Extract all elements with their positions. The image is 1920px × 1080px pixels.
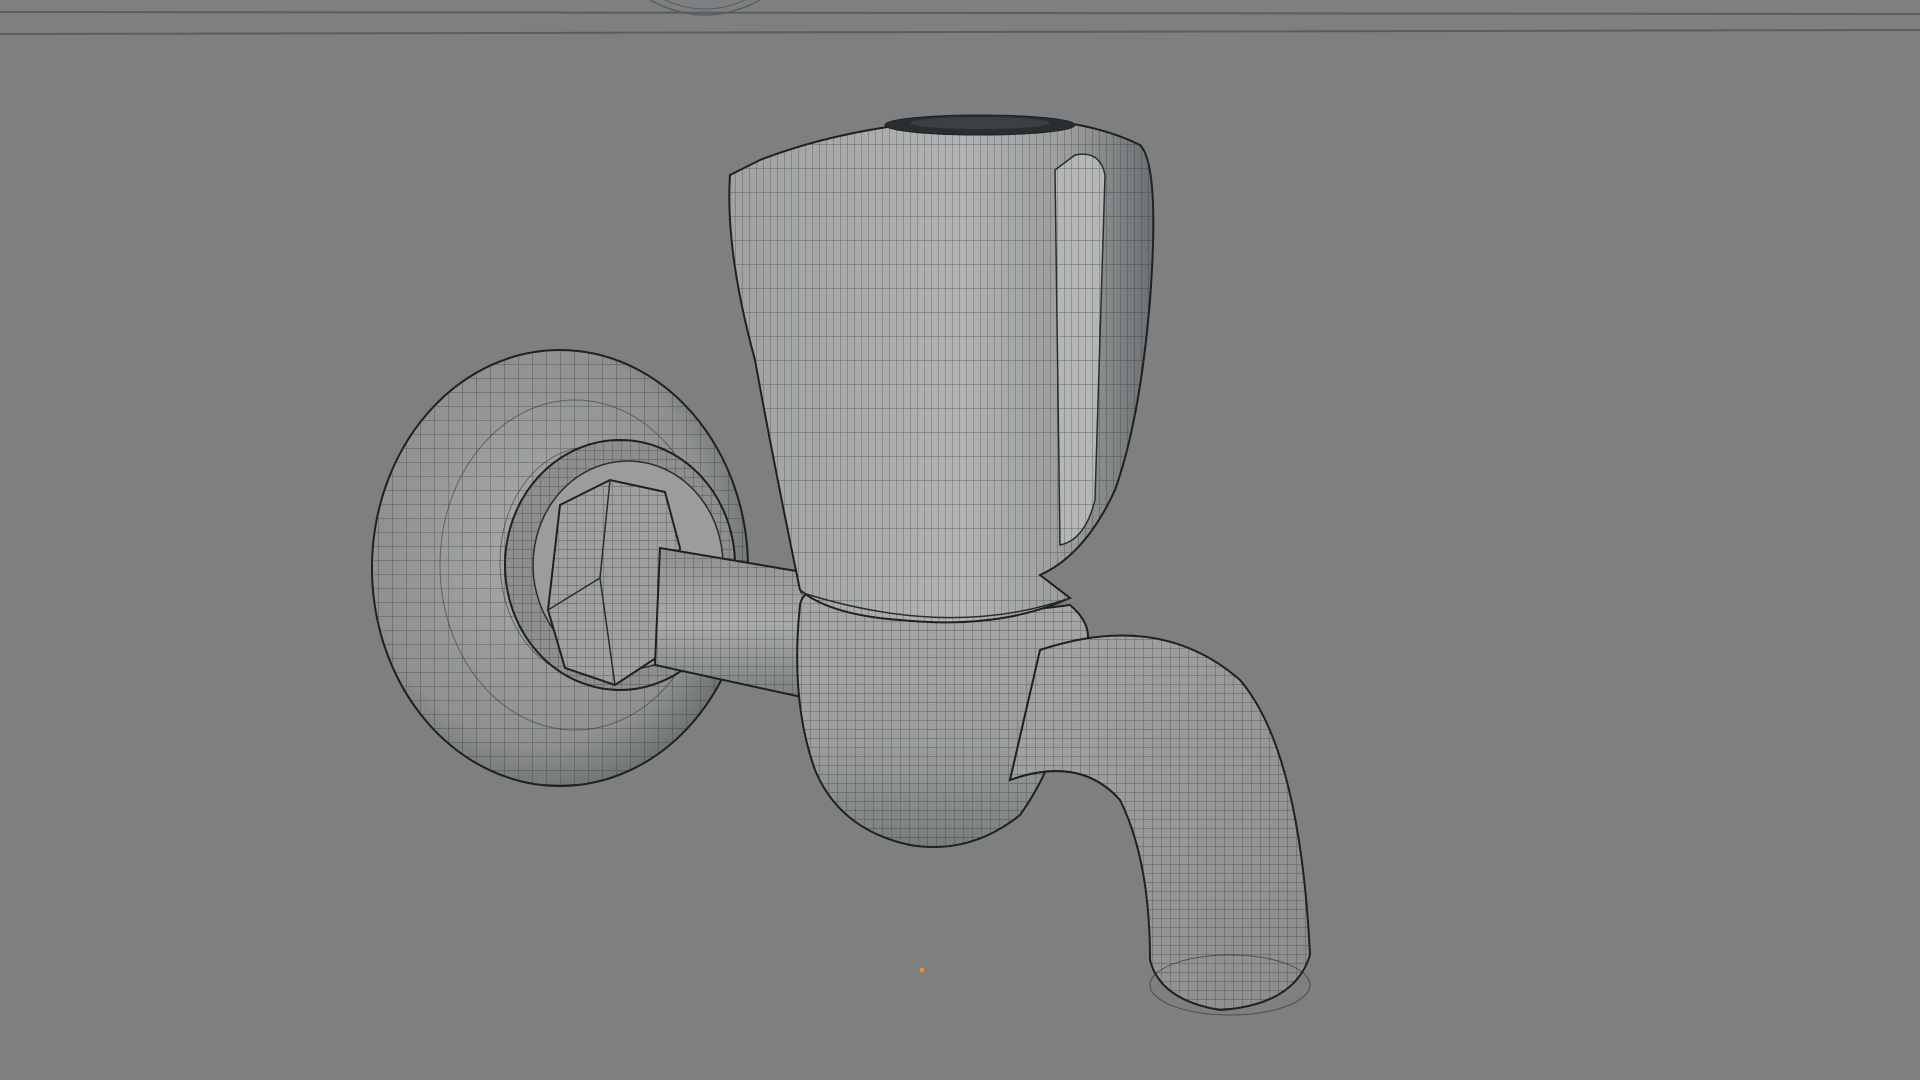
3d-viewport[interactable] bbox=[0, 0, 1920, 1080]
grid-horizon bbox=[0, 0, 1920, 35]
object-origin-dot bbox=[919, 967, 925, 973]
tap-handle[interactable] bbox=[728, 114, 1155, 624]
spout[interactable] bbox=[1008, 634, 1312, 1016]
viewport-scene[interactable] bbox=[0, 0, 1920, 1080]
